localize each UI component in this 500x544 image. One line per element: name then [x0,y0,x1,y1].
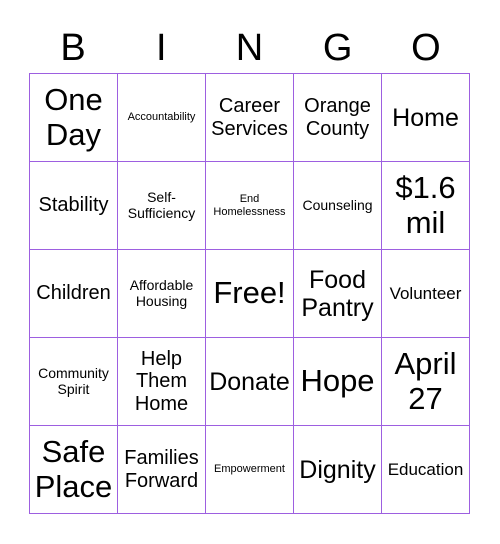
bingo-header: B I N G O [29,22,470,74]
bingo-cell[interactable]: Volunteer [382,250,470,338]
bingo-cell[interactable]: Donate [206,338,294,426]
header-letter-g: G [322,27,353,69]
header-letter-i: I [156,27,167,69]
header-letter-o: O [411,27,441,69]
bingo-cell[interactable]: Counseling [294,162,382,250]
bingo-cell[interactable]: Food Pantry [294,250,382,338]
bingo-cell[interactable]: Community Spirit [30,338,118,426]
bingo-cell[interactable]: Career Services [206,74,294,162]
bingo-cell[interactable]: Home [382,74,470,162]
bingo-cell[interactable]: Orange County [294,74,382,162]
bingo-cell[interactable]: $1.6 mil [382,162,470,250]
bingo-cell[interactable]: Education [382,426,470,514]
header-letter-n: N [235,27,264,69]
bingo-cell[interactable]: End Homelessness [206,162,294,250]
header-letter-b: B [60,27,86,69]
bingo-grid: One Day Accountability Career Services Oran… [29,73,470,514]
bingo-cell[interactable]: Self-Sufficiency [118,162,206,250]
bingo-cell[interactable]: April 27 [382,338,470,426]
bingo-cell[interactable]: Safe Place [30,426,118,514]
bingo-cell[interactable]: Dignity [294,426,382,514]
bingo-cell[interactable]: Children [30,250,118,338]
bingo-cell[interactable]: Accountability [118,74,206,162]
bingo-cell[interactable]: Families Forward [118,426,206,514]
bingo-cell[interactable]: Help Them Home [118,338,206,426]
bingo-cell[interactable]: Hope [294,338,382,426]
bingo-cell[interactable]: Affordable Housing [118,250,206,338]
bingo-cell[interactable]: Stability [30,162,118,250]
bingo-cell[interactable]: Empowerment [206,426,294,514]
bingo-cell[interactable]: Free! [206,250,294,338]
bingo-cell[interactable]: One Day [30,74,118,162]
